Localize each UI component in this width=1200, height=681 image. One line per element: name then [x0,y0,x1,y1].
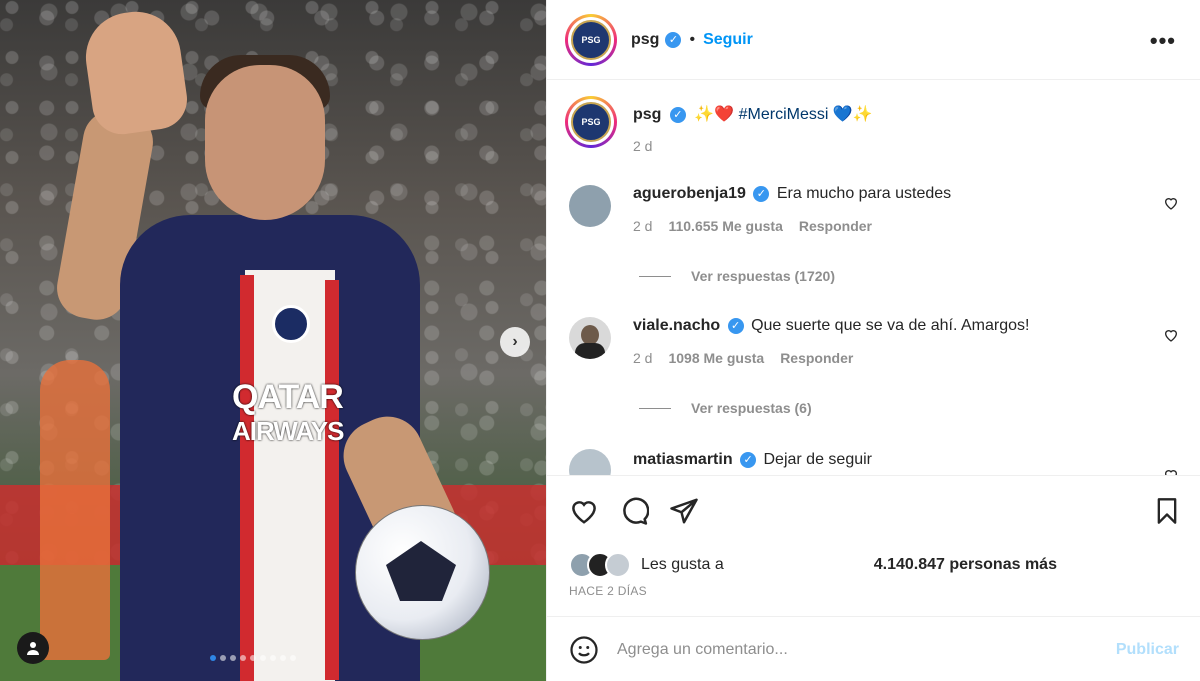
commenter-avatar[interactable] [569,317,611,359]
view-replies-label: Ver respuestas (6) [691,400,812,416]
liker-avatar [605,552,631,578]
likes-prefix: Les gusta a [641,556,724,573]
post-side-panel: PSG psg ✓ • Seguir ••• PSG psg ✓ ✨❤️ #Me… [546,0,1200,681]
caption-username[interactable]: psg [633,106,661,123]
shirt-red-stripe-left [240,275,254,681]
comment-bubble-icon[interactable] [619,496,649,526]
shirt-red-stripe-right [325,280,339,680]
like-heart-icon[interactable] [569,496,599,526]
separator-dot: • [689,30,696,48]
follow-button[interactable]: Seguir [703,31,753,49]
comment-time: 2 d [633,350,653,366]
add-comment-bar: Agrega un comentario... Publicar [547,616,1200,681]
comment-item: matiasmartin ✓ Dejar de seguir [569,449,1181,475]
replies-divider [639,407,671,409]
emoji-icon[interactable] [569,635,599,665]
carousel-dot [270,655,276,661]
carousel-dot [260,655,266,661]
comment-item: viale.nacho ✓ Que suerte que se va de ah… [569,317,1181,366]
goalkeeper-figure [40,360,110,660]
tagged-users-button[interactable] [17,632,49,664]
carousel-dot [280,655,286,661]
caption-hashtag[interactable]: #MerciMessi [739,106,829,123]
reply-button[interactable]: Responder [780,350,853,366]
instagram-post-view: QATAR AIRWAYS › PSG psg ✓ • Seguir ••• P… [0,0,1200,681]
like-comment-heart-icon[interactable] [1163,327,1179,343]
carousel-dot [210,655,216,661]
commenter-avatar[interactable] [569,185,611,227]
comment-text: Que suerte que se va de ahí. Amargos! [751,317,1030,334]
verified-badge-icon: ✓ [665,31,682,48]
club-crest-icon [272,305,310,343]
view-replies-button[interactable]: Ver respuestas (1720) [639,268,835,284]
comment-likes[interactable]: 110.655 Me gusta [668,218,782,234]
post-time-ago: HACE 2 DÍAS [569,584,647,598]
carousel-dots [210,655,296,661]
comment-time: 2 d [633,218,653,234]
like-comment-heart-icon[interactable] [1163,195,1179,211]
publish-button[interactable]: Publicar [1116,641,1179,659]
shirt-sponsor: QATAR AIRWAYS [232,380,344,448]
likes-count[interactable]: 4.140.847 personas más [874,556,1057,574]
verified-badge-icon: ✓ [740,451,757,468]
psg-logo-icon: PSG [571,19,611,60]
more-options-icon[interactable]: ••• [1150,28,1176,54]
carousel-next-button[interactable]: › [500,327,530,357]
comment-text: Era mucho para ustedes [776,185,952,202]
post-caption: PSG psg ✓ ✨❤️ #MerciMessi 💙✨ 2 d [565,96,873,154]
comment-item: aguerobenja19 ✓ Era mucho para ustedes 2… [569,185,1181,234]
author-username[interactable]: psg [631,31,659,49]
carousel-dot [290,655,296,661]
sponsor-line2: AIRWAYS [232,416,344,446]
verified-badge-icon: ✓ [727,317,744,334]
carousel-dot [240,655,246,661]
post-header: PSG psg ✓ • Seguir ••• [547,0,1200,80]
save-bookmark-icon[interactable] [1153,496,1181,526]
reply-button[interactable]: Responder [799,218,872,234]
caption-time: 2 d [633,138,653,154]
post-actions-section: Les gusta a 4.140.847 personas más HACE … [547,475,1200,681]
post-photo[interactable]: QATAR AIRWAYS › [0,0,546,681]
caption-emojis-after: 💙✨ [832,106,873,123]
player-head [205,65,325,220]
verified-badge-icon: ✓ [753,185,770,202]
football [355,505,490,640]
chevron-right-icon: › [512,333,518,350]
verified-badge-icon: ✓ [669,106,686,123]
caption-emojis-before: ✨❤️ [694,106,735,123]
commenter-avatar[interactable] [569,449,611,475]
psg-logo-icon: PSG [571,102,611,142]
view-replies-button[interactable]: Ver respuestas (6) [639,400,812,416]
replies-divider [639,275,671,277]
share-send-icon[interactable] [669,496,699,526]
carousel-dot [220,655,226,661]
view-replies-label: Ver respuestas (1720) [691,268,835,284]
likes-summary[interactable]: Les gusta a 4.140.847 personas más [569,552,1057,578]
comment-likes[interactable]: 1098 Me gusta [668,350,764,366]
sponsor-line1: QATAR [232,378,344,416]
caption-author-avatar[interactable]: PSG [565,96,617,148]
comment-username[interactable]: aguerobenja19 [633,185,746,202]
comment-username[interactable]: matiasmartin [633,451,733,468]
user-icon [27,642,39,655]
comment-text: Dejar de seguir [763,451,873,468]
carousel-dot [230,655,236,661]
comment-input[interactable]: Agrega un comentario... [617,641,788,659]
author-avatar[interactable]: PSG [565,13,617,66]
carousel-dot [250,655,256,661]
comment-username[interactable]: viale.nacho [633,317,720,334]
like-comment-heart-icon[interactable] [1163,467,1179,475]
